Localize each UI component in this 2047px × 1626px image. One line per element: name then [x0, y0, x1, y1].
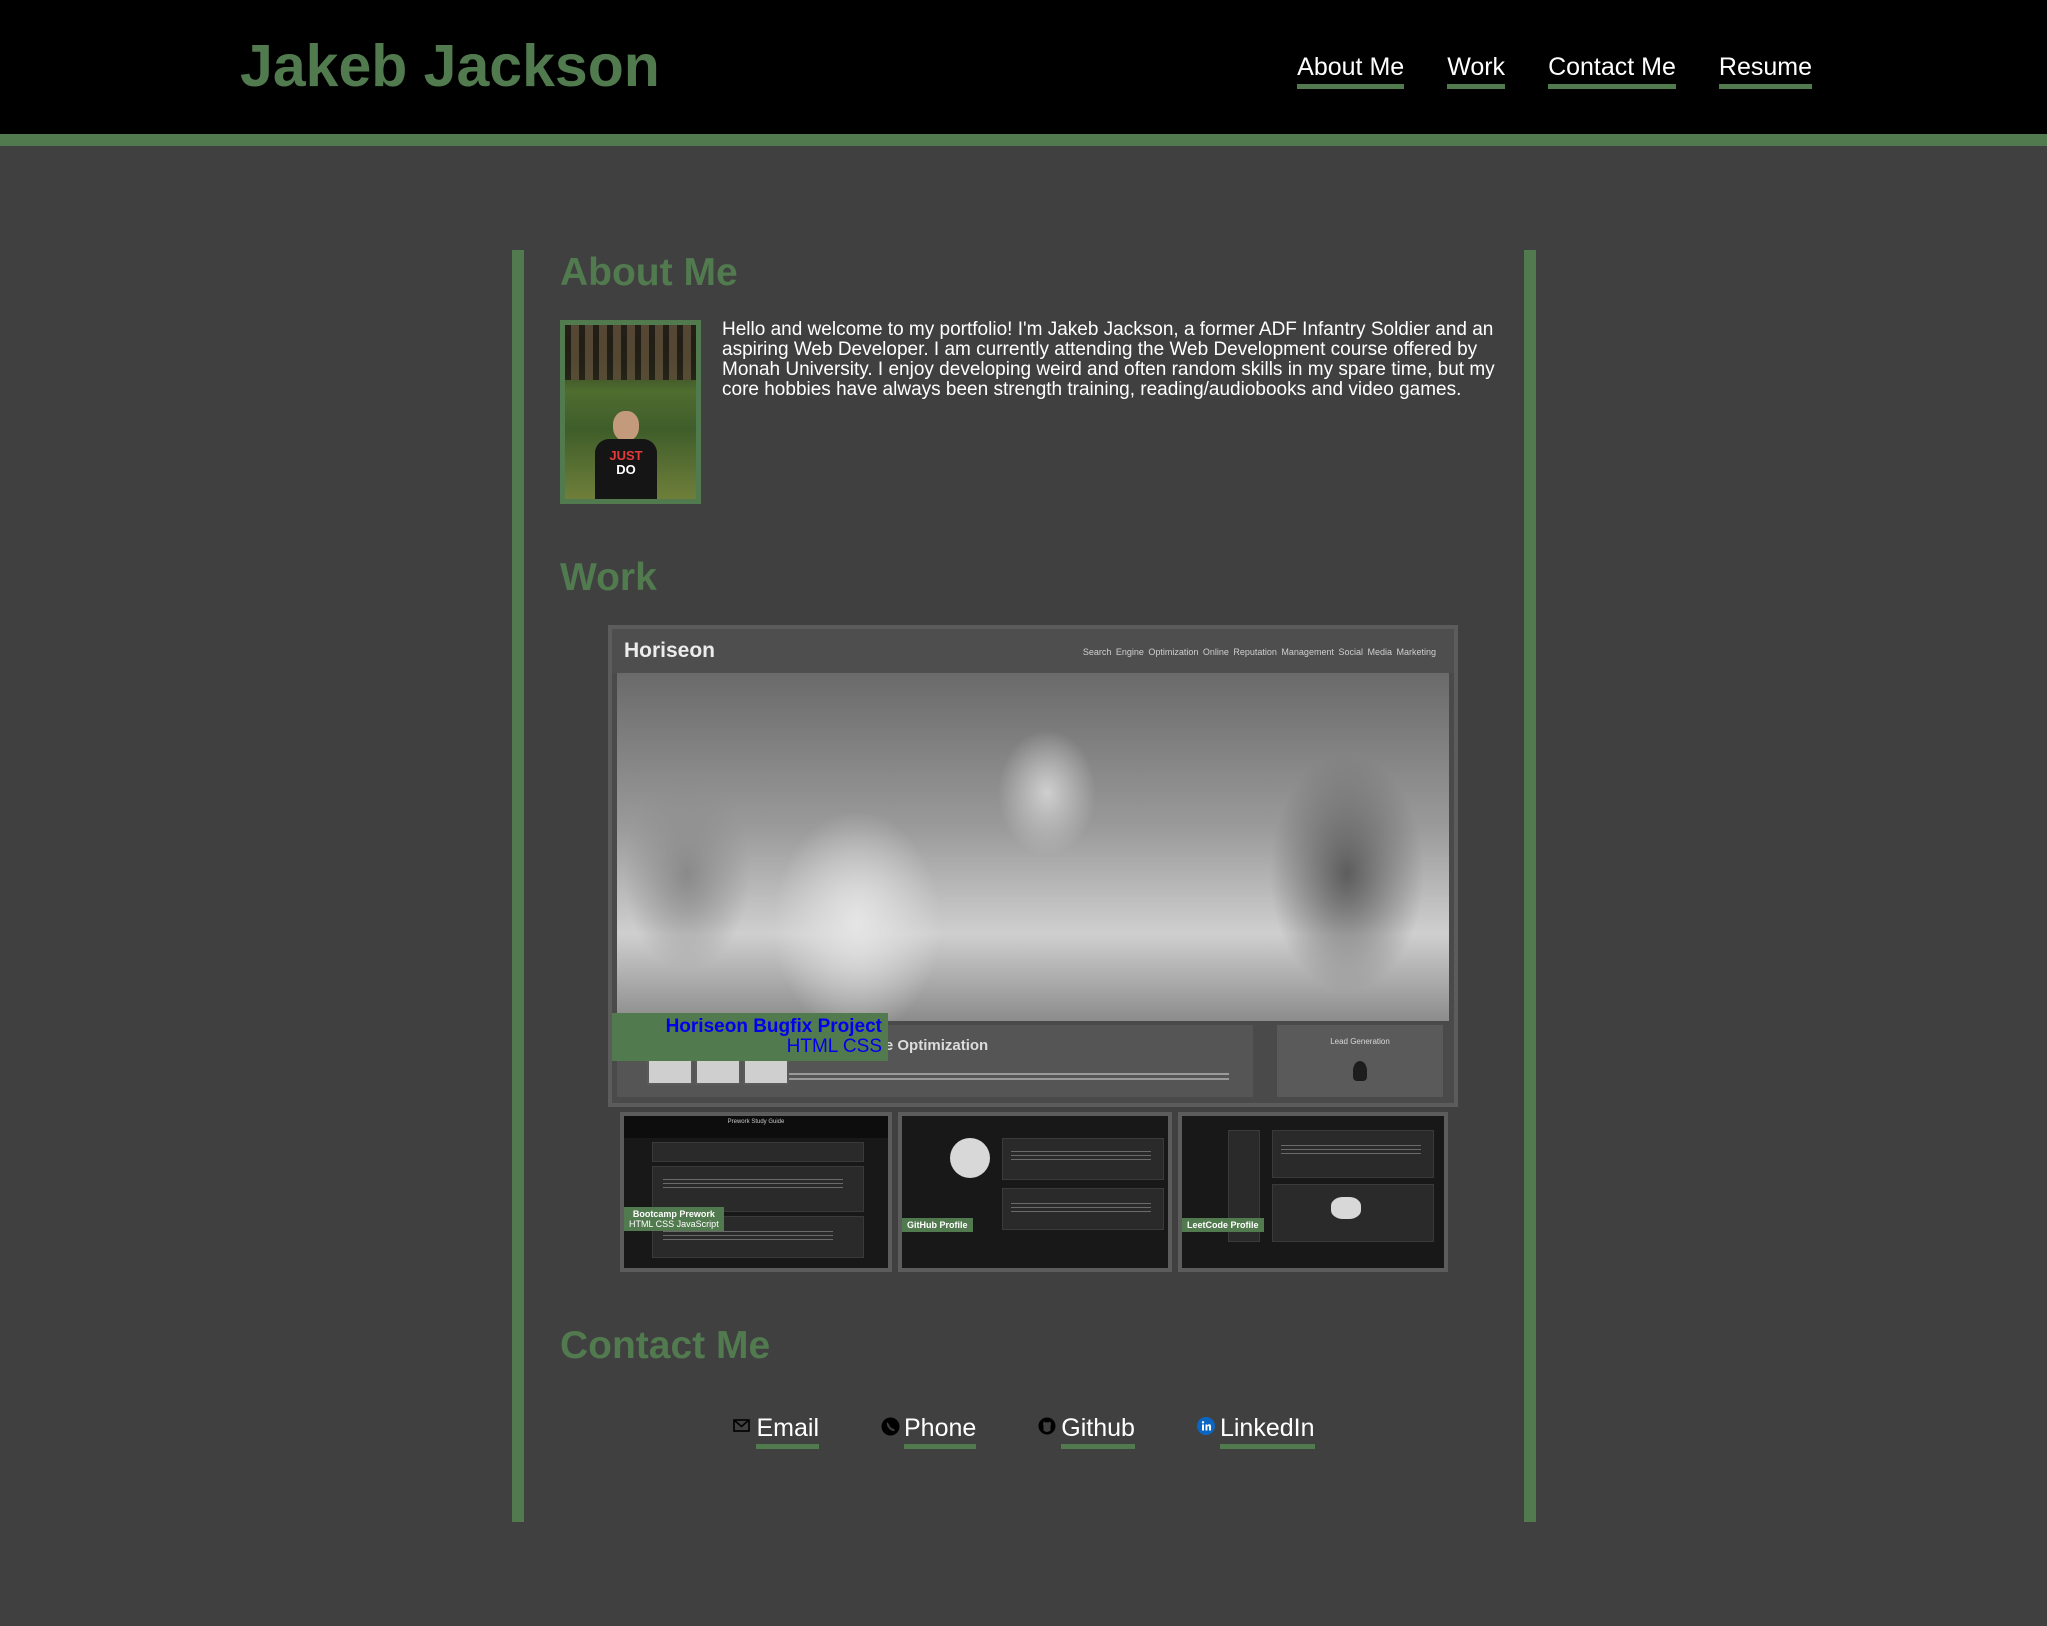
- contact-phone-link[interactable]: Phone: [881, 1413, 977, 1449]
- contact-linkedin-link[interactable]: LinkedIn: [1196, 1413, 1315, 1449]
- main-content: About Me JUST DO Hello and welcome to my…: [512, 250, 1536, 1522]
- photo-shirt-text-line-1: JUST: [609, 448, 643, 463]
- site-title: Jakeb Jackson: [240, 33, 660, 99]
- contact-github-link[interactable]: Github: [1038, 1413, 1135, 1449]
- github-screen-lines: [1011, 1151, 1151, 1161]
- prework-screen-panel: [652, 1166, 864, 1212]
- featured-screenshot-content-copy: [789, 1073, 1229, 1083]
- featured-screenshot-sidebar-title: Lead Generation: [1330, 1037, 1390, 1046]
- prework-screen-title: Prework Study Guide: [727, 1119, 785, 1125]
- contact-phone-label: Phone: [904, 1413, 977, 1449]
- nav-resume-link[interactable]: Resume: [1718, 52, 1812, 89]
- leetcode-screen-stats: [1272, 1130, 1434, 1178]
- featured-screenshot-logo: Horiseon: [624, 639, 716, 662]
- project-label-github-profile: GitHub Profile: [902, 1218, 973, 1232]
- work-heading: Work: [560, 556, 657, 599]
- linkedin-icon: [1196, 1417, 1215, 1435]
- nav-about-me-link[interactable]: About Me: [1297, 52, 1405, 89]
- featured-screenshot-sidebar: Lead Generation: [1277, 1025, 1443, 1097]
- project-label-bootcamp-prework: Bootcamp Prework HTML CSS JavaScript: [624, 1207, 724, 1231]
- photo-shirt-text-line-2: DO: [616, 462, 636, 477]
- contact-linkedin-label: LinkedIn: [1219, 1413, 1315, 1449]
- profile-photo: JUST DO: [560, 320, 701, 504]
- featured-project-title: Horiseon Bugfix Project: [665, 1016, 882, 1037]
- project-card-github-profile[interactable]: GitHub Profile: [898, 1112, 1172, 1272]
- featured-screenshot-nav: Search Engine Optimization Online Reputa…: [1082, 647, 1436, 657]
- site-header: Jakeb Jackson About Me Work Contact Me R…: [0, 0, 2047, 146]
- prework-screen-lines: [663, 1231, 833, 1241]
- featured-project-card[interactable]: Horiseon Search Engine Optimization Onli…: [608, 625, 1458, 1107]
- github-screen-lines: [1011, 1203, 1151, 1213]
- contact-email-link[interactable]: Email: [733, 1413, 819, 1449]
- project-title-bootcamp-prework: Bootcamp Prework: [632, 1209, 715, 1219]
- prework-screen-lines: [663, 1179, 843, 1189]
- github-icon: [1038, 1417, 1056, 1435]
- contact-email-label: Email: [756, 1413, 819, 1449]
- nav-contact-me-link[interactable]: Contact Me: [1548, 52, 1676, 89]
- contact-heading: Contact Me: [560, 1324, 771, 1367]
- github-screen-contributions: [1002, 1188, 1164, 1230]
- featured-screenshot-hero-image: [617, 673, 1449, 1021]
- main-nav: About Me Work Contact Me Resume: [1297, 52, 1812, 89]
- contact-github-label: Github: [1061, 1413, 1135, 1449]
- project-label-leetcode-profile: LeetCode Profile: [1182, 1218, 1264, 1232]
- featured-project-label: Horiseon Bugfix Project HTML CSS: [612, 1013, 888, 1061]
- github-screen-avatar: [950, 1138, 990, 1178]
- featured-screenshot-sidebar-icon: [1353, 1061, 1367, 1081]
- about-heading: About Me: [560, 251, 738, 294]
- featured-project-tech: HTML CSS: [786, 1036, 882, 1057]
- about-text: Hello and welcome to my portfolio! I'm J…: [722, 319, 1495, 400]
- photo-pergola: [565, 325, 696, 380]
- photo-person-head: [613, 411, 639, 441]
- featured-screenshot-header: Horiseon Search Engine Optimization Onli…: [612, 629, 1454, 673]
- project-tech-bootcamp-prework: HTML CSS JavaScript: [629, 1219, 719, 1229]
- photo-shirt-text: JUST DO: [606, 449, 646, 477]
- github-screen-panel: [1002, 1138, 1164, 1180]
- leetcode-screen-activity: [1272, 1184, 1434, 1242]
- leetcode-screen-badge: [1331, 1197, 1361, 1219]
- project-card-bootcamp-prework[interactable]: Prework Study Guide Bootcamp Prework HTM…: [620, 1112, 892, 1272]
- prework-screen-topbar: Prework Study Guide: [624, 1116, 888, 1138]
- envelope-icon: [733, 1417, 751, 1434]
- prework-screen-panel: [652, 1142, 864, 1162]
- nav-work-link[interactable]: Work: [1447, 52, 1506, 89]
- contact-links: Email Phone Github LinkedIn: [524, 1413, 1524, 1449]
- leetcode-screen-lines: [1281, 1145, 1421, 1155]
- project-card-leetcode-profile[interactable]: LeetCode Profile: [1178, 1112, 1448, 1272]
- phone-icon: [881, 1417, 900, 1436]
